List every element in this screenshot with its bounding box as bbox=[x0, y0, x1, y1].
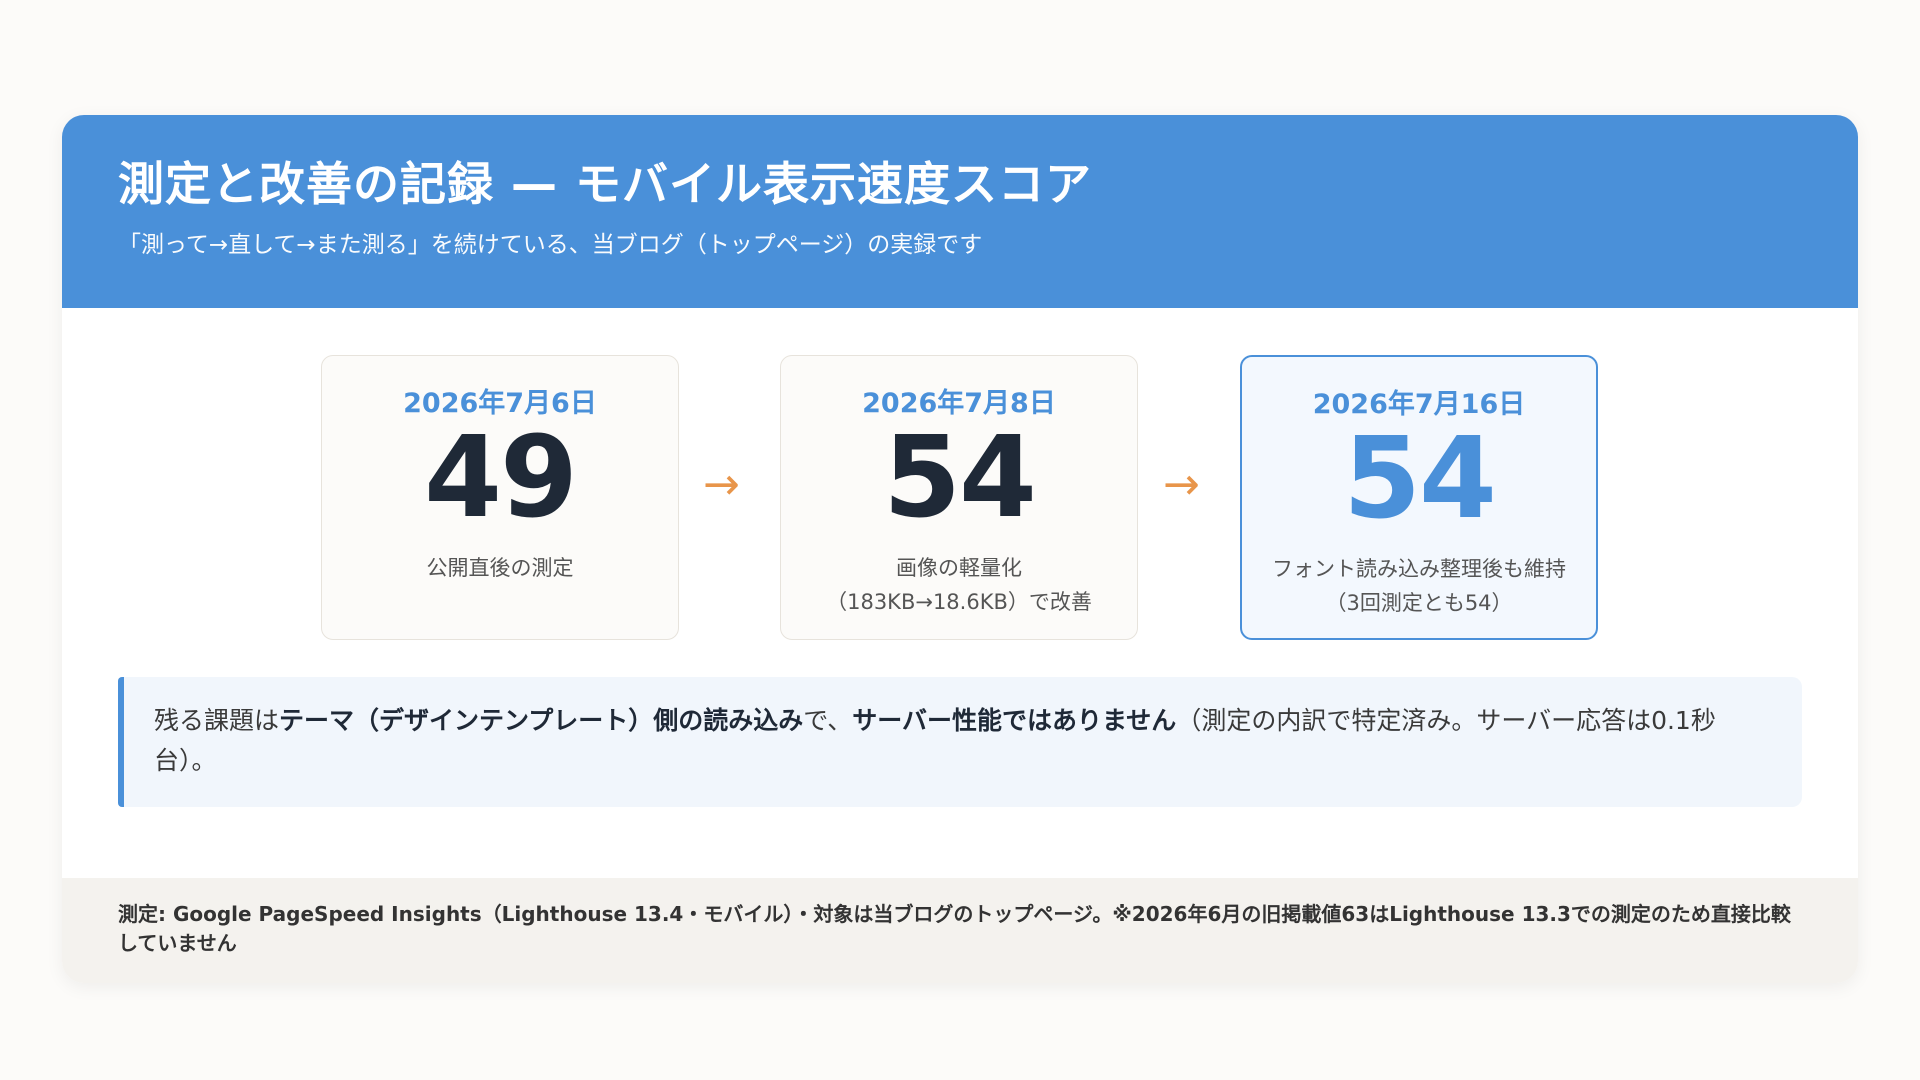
stage-note: 公開直後の測定 bbox=[322, 552, 678, 586]
stage-note: フォント読み込み整理後も維持 （3回測定とも54） bbox=[1242, 553, 1596, 620]
stage-score: 49 bbox=[424, 413, 578, 544]
page-subtitle: 「測って→直して→また測る」を続けている、当ブログ（トップページ）の実録です bbox=[118, 232, 983, 259]
stage-note-line: 公開直後の測定 bbox=[426, 556, 574, 581]
stage-note: 画像の軽量化 （183KB→18.6KB）で改善 bbox=[781, 552, 1137, 619]
remaining-issue-callout: 残る課題はテーマ（デザインテンプレート）側の読み込みで、サーバー性能ではありませ… bbox=[118, 677, 1802, 807]
page-title: 測定と改善の記録 — モバイル表示速度スコア bbox=[118, 157, 1093, 211]
stage-card-1: 2026年7月6日 49 公開直後の測定 bbox=[321, 355, 679, 640]
stage-note-line: 画像の軽量化 bbox=[896, 556, 1022, 581]
score-timeline: 2026年7月6日 49 公開直後の測定 → 2026年7月8日 54 画像の軽… bbox=[62, 355, 1858, 645]
measurement-footnote: 測定: Google PageSpeed Insights（Lighthouse… bbox=[62, 878, 1858, 983]
stage-note-line: （183KB→18.6KB）で改善 bbox=[826, 589, 1092, 614]
arrow-right-icon: → bbox=[1163, 459, 1200, 510]
stage-score: 54 bbox=[883, 413, 1037, 544]
stage-note-line: フォント読み込み整理後も維持 bbox=[1272, 557, 1566, 582]
card-header: 測定と改善の記録 — モバイル表示速度スコア 「測って→直して→また測る」を続け… bbox=[62, 115, 1858, 308]
stage-score: 54 bbox=[1343, 414, 1497, 545]
callout-emphasis: サーバー性能ではありません bbox=[852, 706, 1177, 735]
arrow-right-icon: → bbox=[703, 459, 740, 510]
speed-record-card: 測定と改善の記録 — モバイル表示速度スコア 「測って→直して→また測る」を続け… bbox=[62, 115, 1858, 983]
callout-text: で、 bbox=[803, 706, 853, 735]
footnote-text: 測定: Google PageSpeed Insights（Lighthouse… bbox=[118, 902, 1791, 955]
stage-card-3: 2026年7月16日 54 フォント読み込み整理後も維持 （3回測定とも54） bbox=[1240, 355, 1598, 640]
callout-text: 残る課題は bbox=[154, 706, 280, 735]
callout-emphasis: テーマ（デザインテンプレート）側の読み込み bbox=[279, 706, 804, 735]
stage-card-2: 2026年7月8日 54 画像の軽量化 （183KB→18.6KB）で改善 bbox=[780, 355, 1138, 640]
stage-note-line: （3回測定とも54） bbox=[1325, 590, 1513, 615]
